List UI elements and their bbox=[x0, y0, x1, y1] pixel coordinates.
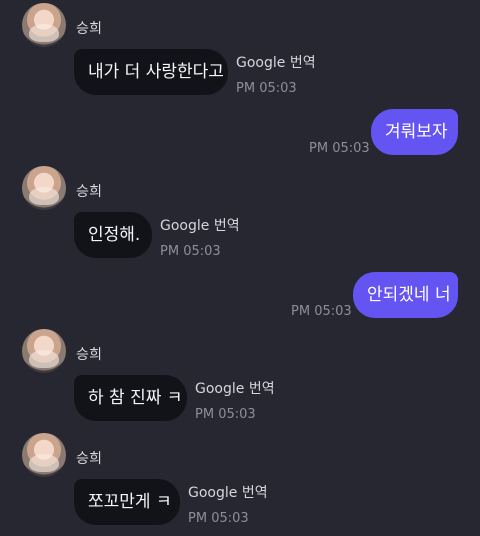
message-timestamp: PM 05:03 bbox=[309, 141, 370, 156]
sender-avatar[interactable] bbox=[22, 166, 66, 210]
incoming-message-bubble[interactable]: 하 참 진짜 ㅋ bbox=[74, 375, 187, 421]
incoming-message-bubble[interactable]: 쪼꼬만게 ㅋ bbox=[74, 479, 180, 525]
outgoing-message-bubble[interactable]: 겨뤄보자 bbox=[371, 109, 458, 155]
sender-avatar[interactable] bbox=[22, 329, 66, 373]
google-translate-link[interactable]: Google 번역 bbox=[236, 52, 316, 72]
sender-name: 승희 bbox=[76, 451, 103, 467]
incoming-message-bubble[interactable]: 인정해. bbox=[74, 212, 152, 258]
outgoing-message-bubble[interactable]: 안되겠네 너 bbox=[353, 272, 458, 318]
message-timestamp: PM 05:03 bbox=[160, 244, 221, 259]
sender-name: 승희 bbox=[76, 347, 103, 363]
google-translate-link[interactable]: Google 번역 bbox=[160, 215, 240, 235]
google-translate-link[interactable]: Google 번역 bbox=[195, 378, 275, 398]
google-translate-link[interactable]: Google 번역 bbox=[188, 482, 268, 502]
sender-name: 승희 bbox=[76, 21, 103, 37]
sender-avatar[interactable] bbox=[22, 433, 66, 477]
sender-name: 승희 bbox=[76, 184, 103, 200]
chat-thread: 승희 내가 더 사랑한다고 Google 번역 PM 05:03 PM 05:0… bbox=[0, 0, 480, 536]
sender-avatar[interactable] bbox=[22, 3, 66, 47]
message-timestamp: PM 05:03 bbox=[188, 511, 249, 526]
message-timestamp: PM 05:03 bbox=[291, 304, 352, 319]
incoming-message-bubble[interactable]: 내가 더 사랑한다고 bbox=[74, 49, 228, 95]
message-timestamp: PM 05:03 bbox=[236, 81, 297, 96]
message-timestamp: PM 05:03 bbox=[195, 407, 256, 422]
